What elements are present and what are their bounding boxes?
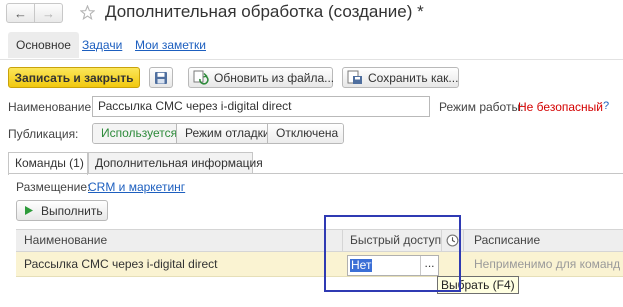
highlight-box [324, 215, 461, 292]
publication-option-debug[interactable]: Режим отладки [176, 124, 270, 143]
floppy-disk-icon [155, 71, 167, 84]
update-from-file-button[interactable]: Обновить из файла... [188, 67, 335, 88]
tab-main[interactable]: Основное [8, 32, 79, 58]
mode-value: Не безопасный [518, 100, 603, 114]
row-schedule-cell[interactable]: Неприменимо для команд с в [474, 252, 623, 277]
table-row[interactable]: Рассылка СМС через i-digital direct Непр… [16, 252, 623, 277]
history-nav: ← → [6, 3, 63, 23]
publication-option-disabled[interactable]: Отключена [267, 124, 343, 143]
help-icon[interactable]: ? [603, 100, 609, 112]
window-title: Дополнительная обработка (создание) * [105, 2, 424, 21]
update-from-file-label: Обновить из файла... [214, 70, 335, 85]
save-button[interactable] [149, 67, 173, 88]
name-label: Наименование: [8, 100, 95, 114]
favorite-star-icon[interactable] [80, 5, 95, 20]
column-header-name[interactable]: Наименование [24, 230, 107, 251]
tab-underline [8, 173, 623, 174]
placement-link[interactable]: CRM и маркетинг [88, 180, 185, 194]
run-button[interactable]: Выполнить [16, 200, 108, 221]
tab-extra-info[interactable]: Дополнительная информация [88, 152, 263, 174]
table-header: Наименование Быстрый доступ Расписание [16, 229, 623, 252]
update-from-file-icon [193, 70, 209, 85]
header-divider [0, 59, 623, 60]
play-icon [25, 206, 33, 215]
save-as-label: Сохранить как... [368, 70, 459, 85]
publication-label: Публикация: [8, 127, 79, 141]
save-as-button[interactable]: Сохранить как... [342, 67, 459, 88]
publication-option-used[interactable]: Используется [93, 124, 177, 143]
tab-tasks[interactable]: Задачи [82, 38, 122, 52]
mode-label: Режим работы: [439, 100, 524, 114]
column-separator [463, 230, 464, 251]
forward-arrow-icon[interactable]: → [34, 4, 62, 22]
tab-commands[interactable]: Команды (1) [8, 152, 88, 175]
row-name-cell[interactable]: Рассылка СМС через i-digital direct [24, 252, 218, 277]
column-header-schedule[interactable]: Расписание [474, 230, 540, 251]
tab-notes[interactable]: Мои заметки [135, 38, 206, 52]
back-arrow-icon[interactable]: ← [7, 4, 34, 22]
placement-label: Размещение: [16, 180, 91, 194]
publication-switch: Используется Режим отладки Отключена [92, 123, 344, 144]
name-field[interactable]: Рассылка СМС через i-digital direct [92, 96, 430, 117]
save-and-close-button[interactable]: Записать и закрыть [8, 67, 140, 88]
run-button-label: Выполнить [41, 203, 103, 218]
save-to-file-icon [347, 70, 362, 84]
